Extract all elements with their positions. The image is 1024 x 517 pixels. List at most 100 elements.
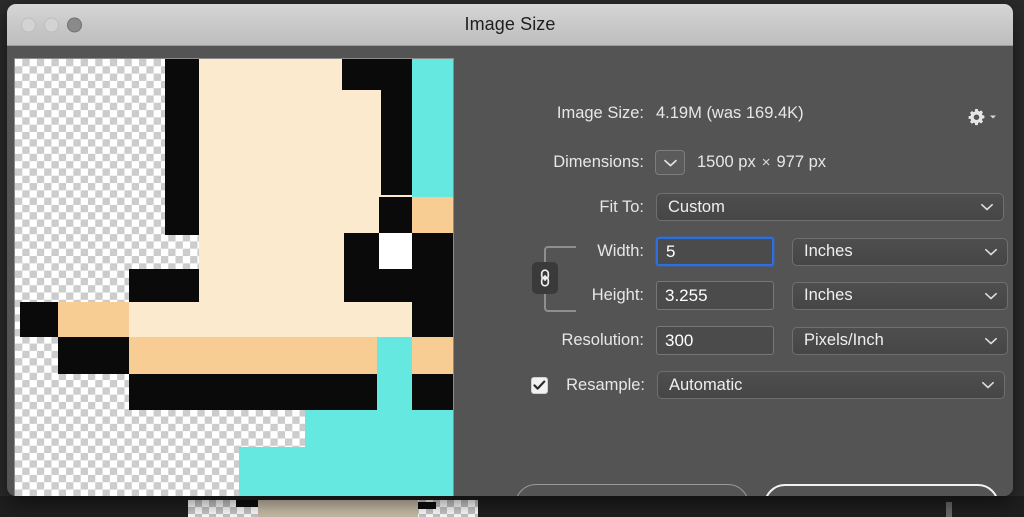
resample-row: Resample: Automatic (462, 371, 1013, 399)
preview-pixel (344, 269, 412, 302)
resolution-input[interactable]: 300 (656, 326, 774, 355)
preview-pixel (377, 410, 453, 447)
dimensions-separator: × (761, 154, 771, 171)
chevron-down-icon (981, 376, 995, 395)
preview-pixel (305, 410, 377, 447)
preview-pixel (344, 337, 377, 374)
resample-checkbox[interactable] (531, 376, 548, 394)
preview-pixel (129, 302, 344, 337)
preview-pixel (381, 90, 412, 135)
width-unit-select[interactable]: Inches (792, 237, 1008, 266)
background-document-thumbnail (188, 500, 478, 517)
image-size-row: Image Size: 4.19M (was 169.4K) (462, 104, 1013, 123)
image-size-value: 4.19M (was 169.4K) (656, 104, 804, 122)
preview-pixel (381, 135, 412, 195)
width-input[interactable]: 5 (656, 237, 774, 266)
image-preview-pane[interactable] (14, 58, 454, 496)
fit-to-value: Custom (668, 197, 725, 216)
fit-to-select[interactable]: Custom (656, 193, 1004, 221)
title-bar: Image Size (7, 4, 1013, 46)
gear-icon[interactable] (965, 104, 999, 130)
resolution-label: Resolution: (561, 331, 644, 349)
dialog-body: Image Size: 4.19M (was 169.4K) Dimension… (7, 46, 1013, 496)
preview-pixel (129, 337, 344, 374)
resolution-value: 300 (665, 330, 694, 350)
preview-pixel (199, 197, 379, 233)
preview-pixel (412, 302, 453, 337)
preview-pixel (344, 302, 412, 337)
preview-pixel (342, 59, 381, 90)
resolution-unit-select[interactable]: Pixels/Inch (792, 326, 1008, 355)
fit-to-row: Fit To: Custom (462, 193, 1013, 221)
resample-label: Resample: (566, 375, 645, 394)
height-value: 3.255 (665, 285, 708, 305)
window-controls (21, 17, 82, 32)
cancel-button[interactable]: Cancel (515, 484, 749, 496)
preview-pixel (199, 233, 344, 269)
settings-panel: Image Size: 4.19M (was 169.4K) Dimension… (462, 46, 1013, 496)
preview-pixel (58, 337, 129, 374)
preview-pixel (344, 233, 379, 269)
preview-pixel (239, 447, 453, 496)
chevron-down-icon (663, 159, 677, 166)
height-unit-select[interactable]: Inches (792, 281, 1008, 310)
dialog-actions: Cancel OK (462, 484, 1013, 496)
dimensions-width-value: 1500 px (697, 153, 756, 171)
background-document-artwork (236, 500, 436, 517)
width-row: Width: 5 Inches (462, 237, 1013, 266)
dimensions-label: Dimensions: (553, 153, 644, 171)
preview-pixel (381, 59, 412, 90)
dimensions-disclosure-button[interactable] (655, 150, 685, 175)
width-value: 5 (666, 241, 676, 261)
fit-to-label: Fit To: (599, 197, 644, 216)
preview-pixel (377, 374, 412, 410)
preview-pixel (377, 337, 412, 374)
resolution-unit-value: Pixels/Inch (804, 331, 884, 349)
resample-select[interactable]: Automatic (657, 371, 1005, 399)
preview-pixel (165, 59, 199, 235)
preview-pixel (342, 90, 381, 135)
preview-pixel (412, 269, 453, 302)
chevron-down-icon (984, 242, 998, 261)
width-unit-value: Inches (804, 242, 853, 260)
background-panel-edge (946, 502, 952, 517)
minimize-button-icon[interactable] (44, 17, 59, 32)
ok-button[interactable]: OK (763, 484, 999, 496)
checkmark-icon (533, 380, 546, 390)
preview-pixel (412, 197, 453, 234)
preview-pixel (412, 337, 453, 374)
height-label: Height: (591, 286, 644, 304)
height-input[interactable]: 3.255 (656, 281, 774, 310)
image-size-label: Image Size: (556, 104, 644, 122)
preview-pixel (129, 374, 377, 410)
preview-pixel (58, 302, 129, 337)
preview-pixel (129, 269, 199, 302)
height-row: Height: 3.255 Inches (462, 281, 1013, 310)
preview-pixel (199, 59, 342, 90)
preview-pixel (379, 197, 412, 234)
preview-pixel (199, 90, 342, 135)
screen: Image Size Image Size: 4.19M (was 169.4K… (0, 0, 1024, 517)
background-canvas (0, 496, 1024, 517)
image-size-dialog: Image Size Image Size: 4.19M (was 169.4K… (7, 4, 1013, 496)
preview-pixel (199, 269, 344, 302)
close-button-icon[interactable] (21, 17, 36, 32)
chevron-down-icon (984, 286, 998, 305)
preview-pixel (199, 135, 381, 195)
resample-value: Automatic (669, 375, 743, 394)
preview-pixel (20, 302, 58, 337)
resolution-row: Resolution: 300 Pixels/Inch (462, 326, 1013, 355)
zoom-button-icon[interactable] (67, 17, 82, 32)
preview-pixel (412, 233, 453, 269)
dimensions-height-value: 977 px (776, 153, 827, 171)
width-label: Width: (597, 242, 644, 260)
chevron-down-icon (984, 331, 998, 350)
window-title: Image Size (464, 14, 556, 34)
preview-pixel (412, 374, 453, 410)
dimensions-row: Dimensions: 1500 px × 977 px (462, 150, 1013, 175)
height-unit-value: Inches (804, 286, 853, 304)
preview-pixel (379, 233, 412, 269)
chevron-down-icon (990, 115, 996, 119)
chevron-down-icon (980, 198, 994, 217)
image-preview-canvas[interactable] (15, 59, 453, 496)
